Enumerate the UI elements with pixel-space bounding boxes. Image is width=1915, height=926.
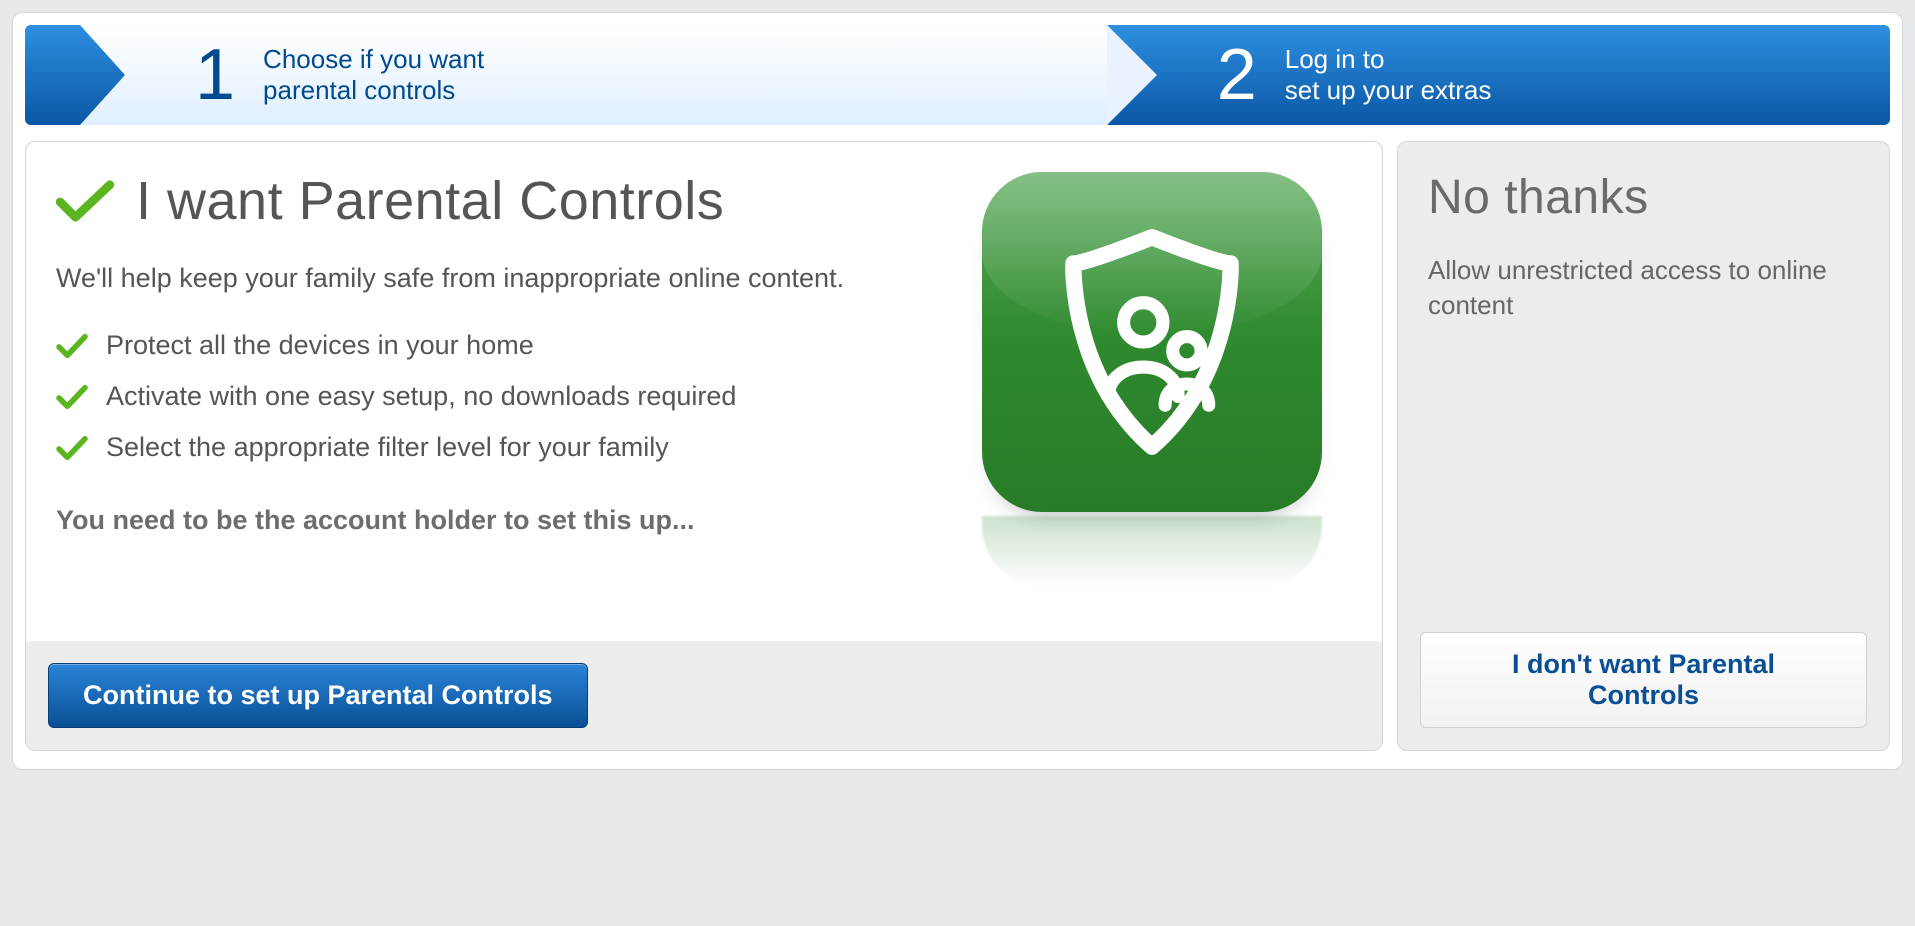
- option-yes-lead: We'll help keep your family safe from in…: [56, 260, 876, 296]
- step-header: 1 Choose if you want parental controls 2…: [25, 25, 1890, 125]
- checkmark-icon: [56, 333, 88, 359]
- decline-button[interactable]: I don't want Parental Controls: [1420, 632, 1867, 728]
- shield-family-icon: [982, 172, 1322, 512]
- parental-controls-illustration: [982, 172, 1342, 586]
- step-2: 2 Log in to set up your extras: [1107, 25, 1890, 125]
- step-2-label: Log in to set up your extras: [1285, 44, 1492, 106]
- checkmark-icon: [56, 435, 88, 461]
- step-1: 1 Choose if you want parental controls: [25, 25, 1107, 125]
- option-no-title: No thanks: [1428, 170, 1859, 225]
- option-no-lead: Allow unrestricted access to online cont…: [1428, 253, 1859, 323]
- checkmark-icon: [56, 384, 88, 410]
- dialog-container: 1 Choose if you want parental controls 2…: [12, 12, 1903, 770]
- step-1-label: Choose if you want parental controls: [263, 44, 484, 106]
- icon-reflection: [982, 516, 1322, 586]
- step-1-number: 1: [195, 39, 235, 111]
- continue-setup-button[interactable]: Continue to set up Parental Controls: [48, 663, 588, 728]
- step-2-number: 2: [1217, 39, 1257, 111]
- option-yes-card: I want Parental Controls We'll help keep…: [25, 141, 1383, 751]
- options-row: I want Parental Controls We'll help keep…: [25, 141, 1890, 751]
- checkmark-icon: [56, 179, 114, 223]
- option-no-card: No thanks Allow unrestricted access to o…: [1397, 141, 1890, 751]
